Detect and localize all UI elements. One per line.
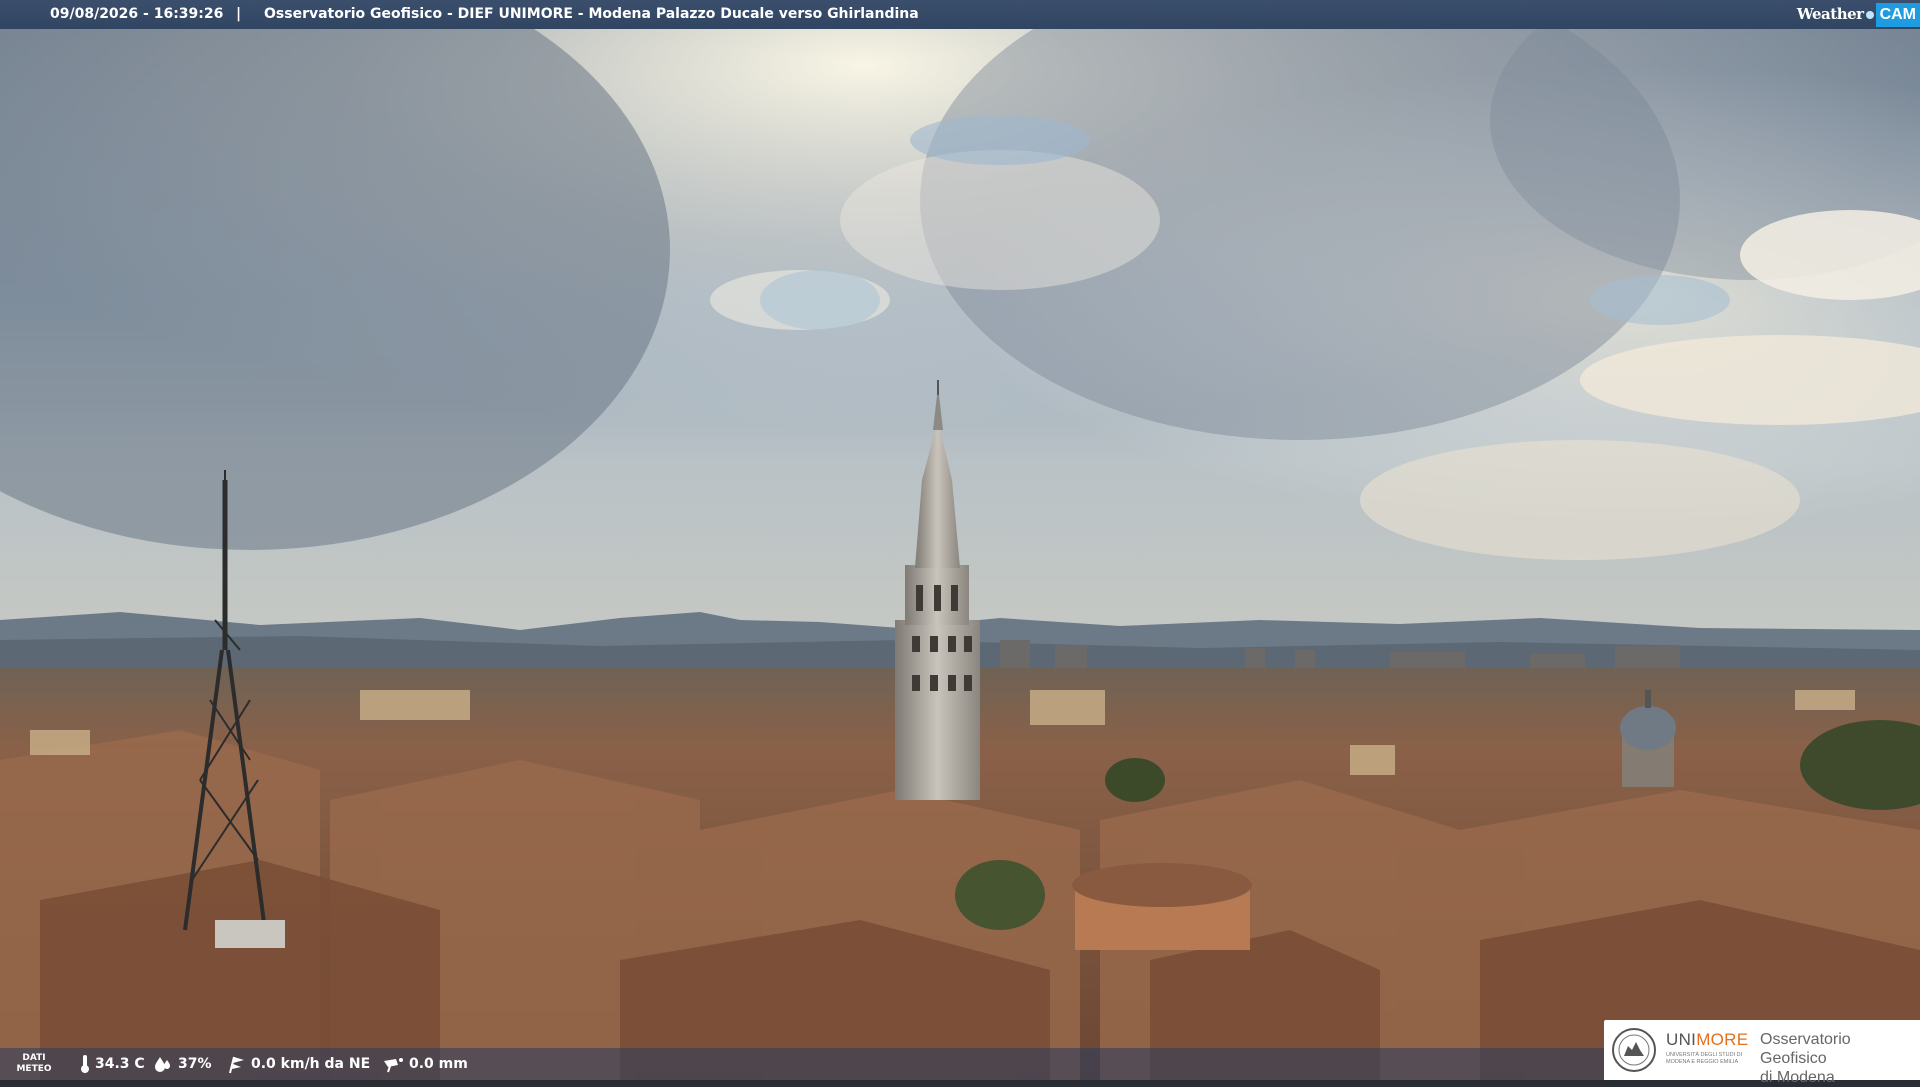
brand-word: Weather [1796, 5, 1864, 23]
humidity-icon [155, 1057, 170, 1072]
temperature-readout: 34.3 C [80, 1048, 145, 1080]
university-subtitle: UNIVERSITÀ DEGLI STUDI DI MODENA E REGGI… [1666, 1052, 1743, 1065]
university-seal-icon [1612, 1028, 1656, 1072]
rain-gauge-icon [384, 1058, 403, 1073]
unimore-more: MORE [1696, 1030, 1749, 1049]
brand-cam: CAM [1875, 2, 1920, 27]
wind-value: 0.0 km/h da NE [251, 1056, 371, 1072]
observatory-line-2: di Modena [1760, 1069, 1835, 1086]
humidity-value: 37% [178, 1056, 212, 1072]
humidity-readout: 37% [153, 1048, 212, 1080]
separator: | [236, 6, 242, 22]
wind-readout: 0.0 km/h da NE [224, 1048, 370, 1080]
brand-dot-icon [1865, 10, 1874, 19]
top-info-bar: 09/08/2026 - 16:39:26 | Osservatorio Geo… [0, 0, 1920, 29]
wind-icon [229, 1056, 244, 1074]
thermometer-icon [81, 1055, 89, 1073]
webcam-image [0, 0, 1920, 1080]
rain-readout: 0.0 mm [382, 1048, 468, 1080]
observatory-name: Osservatorio Geofisico di Modena [1760, 1030, 1920, 1087]
temperature-value: 34.3 C [95, 1056, 145, 1072]
unimore-uni: UNI [1666, 1030, 1697, 1049]
dati-meteo-label: DATI METEO [16, 1053, 52, 1074]
unimore-wordmark: UNIMORE [1666, 1030, 1748, 1050]
weathercam-logo: Weather CAM [1797, 0, 1920, 29]
observatory-line-1: Osservatorio Geofisico [1760, 1031, 1851, 1067]
timestamp: 09/08/2026 - 16:39:26 [50, 6, 224, 22]
unimore-logo-box: UNIMORE UNIVERSITÀ DEGLI STUDI DI MODENA… [1604, 1020, 1920, 1086]
rain-value: 0.0 mm [409, 1056, 468, 1072]
camera-title: Osservatorio Geofisico - DIEF UNIMORE - … [264, 6, 919, 22]
